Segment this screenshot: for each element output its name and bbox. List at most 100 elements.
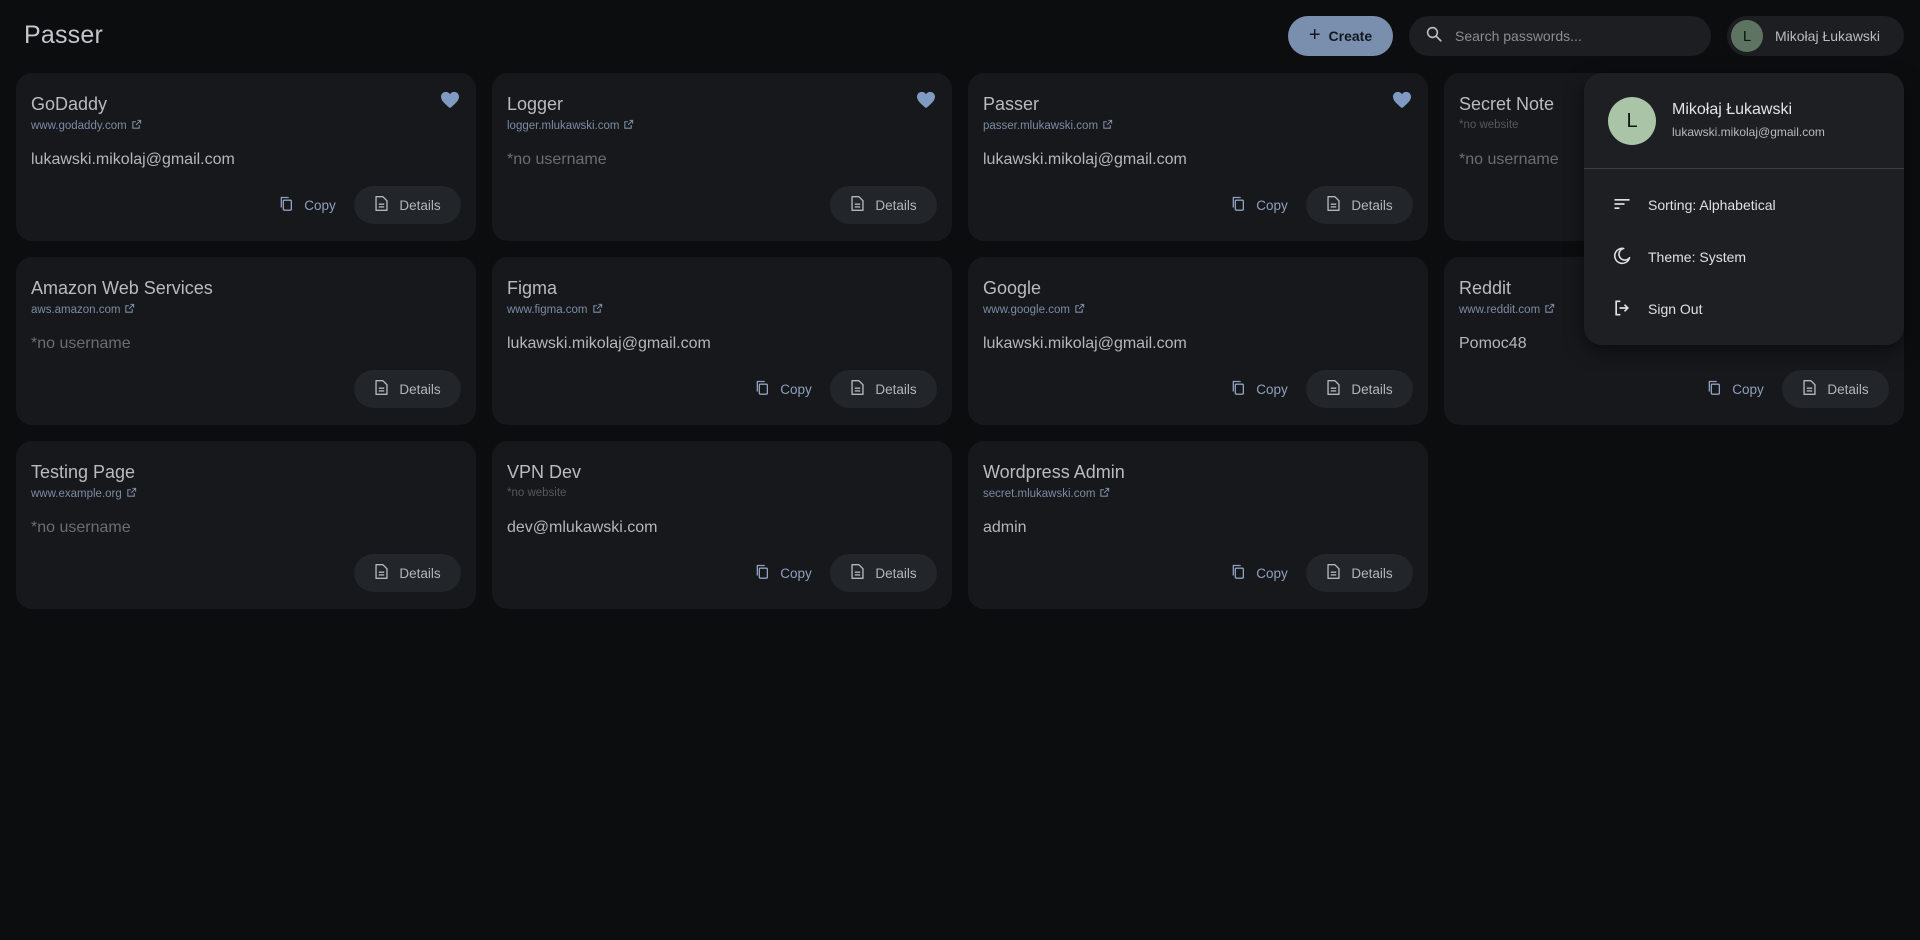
copy-button-label: Copy <box>1256 381 1288 397</box>
search-input[interactable] <box>1455 28 1695 44</box>
document-icon <box>374 379 389 399</box>
password-card[interactable]: GoDaddy www.godaddy.com lukawski.mikolaj@g… <box>16 73 476 241</box>
password-card[interactable]: Logger logger.mlukawski.com *no username De… <box>492 73 952 241</box>
password-card[interactable]: Figma www.figma.com lukawski.mikolaj@gmail… <box>492 257 952 425</box>
document-icon <box>1802 379 1817 399</box>
details-button-label: Details <box>399 197 441 213</box>
menu-user-email: lukawski.mikolaj@gmail.com <box>1672 125 1825 139</box>
document-icon <box>850 379 865 399</box>
card-username: lukawski.mikolaj@gmail.com <box>507 335 711 352</box>
heart-icon[interactable] <box>916 91 936 114</box>
create-button-label: Create <box>1328 28 1373 44</box>
details-button[interactable]: Details <box>830 370 937 408</box>
card-title: Secret Note <box>1459 94 1555 114</box>
card-website-text: *no website <box>1459 119 1519 131</box>
card-title: Reddit <box>1459 278 1512 298</box>
menu-item-sign-out-label: Sign Out <box>1648 301 1703 317</box>
details-button[interactable]: Details <box>830 186 937 224</box>
copy-button-label: Copy <box>1256 197 1288 213</box>
copy-button-label: Copy <box>304 197 336 213</box>
password-card[interactable]: Testing Page www.example.org *no username D… <box>16 441 476 609</box>
menu-item-theme[interactable]: Theme: System <box>1584 233 1904 281</box>
menu-user-name: Mikołaj Łukawski <box>1672 101 1793 118</box>
details-button-label: Details <box>1351 197 1393 213</box>
external-link-icon <box>623 119 634 133</box>
card-website[interactable]: www.godaddy.com <box>31 119 142 133</box>
card-title: Google <box>983 278 1042 298</box>
document-icon <box>1326 195 1341 215</box>
search-bar[interactable] <box>1409 16 1711 56</box>
card-website[interactable]: www.figma.com <box>507 303 603 317</box>
password-card[interactable]: Amazon Web Services aws.amazon.com *no use… <box>16 257 476 425</box>
document-icon <box>374 563 389 583</box>
external-link-icon <box>124 303 135 317</box>
copy-icon <box>1230 563 1246 583</box>
password-card[interactable]: Google www.google.com lukawski.mikolaj@gma… <box>968 257 1428 425</box>
copy-icon <box>1706 379 1722 399</box>
password-card[interactable]: Wordpress Admin secret.mlukawski.com admin… <box>968 441 1428 609</box>
card-website: *no website <box>507 487 566 499</box>
card-website[interactable]: aws.amazon.com <box>31 303 135 317</box>
card-website[interactable]: www.reddit.com <box>1459 303 1555 317</box>
heart-icon[interactable] <box>440 91 460 114</box>
user-name: Mikołaj Łukawski <box>1775 28 1881 44</box>
copy-button[interactable]: Copy <box>264 186 350 224</box>
copy-button[interactable]: Copy <box>1692 370 1778 408</box>
app-header: Passer + Create L Mikołaj Łukawski <box>0 0 1920 72</box>
menu-divider <box>1584 168 1904 169</box>
card-website-text: www.godaddy.com <box>31 120 127 132</box>
details-button[interactable]: Details <box>1306 186 1413 224</box>
logout-icon <box>1612 298 1632 321</box>
search-icon <box>1425 25 1443 48</box>
details-button[interactable]: Details <box>354 186 461 224</box>
external-link-icon <box>1074 303 1085 317</box>
copy-button[interactable]: Copy <box>1216 370 1302 408</box>
details-button[interactable]: Details <box>830 554 937 592</box>
copy-button[interactable]: Copy <box>740 554 826 592</box>
password-card[interactable]: Passer passer.mlukawski.com lukawski.mikol… <box>968 73 1428 241</box>
create-button[interactable]: + Create <box>1288 16 1393 56</box>
avatar: L <box>1731 20 1763 52</box>
card-website[interactable]: www.google.com <box>983 303 1085 317</box>
user-dropdown-menu: L Mikołaj Łukawski lukawski.mikolaj@gmai… <box>1584 73 1904 345</box>
card-website[interactable]: passer.mlukawski.com <box>983 119 1113 133</box>
card-website[interactable]: secret.mlukawski.com <box>983 487 1110 501</box>
copy-icon <box>754 379 770 399</box>
details-button-label: Details <box>399 565 441 581</box>
details-button[interactable]: Details <box>354 370 461 408</box>
copy-icon <box>278 195 294 215</box>
card-title: Passer <box>983 94 1040 114</box>
external-link-icon <box>1544 303 1555 317</box>
user-menu-button[interactable]: L Mikołaj Łukawski <box>1727 16 1904 56</box>
details-button-label: Details <box>875 381 917 397</box>
details-button-label: Details <box>875 565 917 581</box>
details-button[interactable]: Details <box>1306 554 1413 592</box>
document-icon <box>850 563 865 583</box>
menu-item-sign-out[interactable]: Sign Out <box>1584 285 1904 333</box>
card-website-text: www.figma.com <box>507 304 588 316</box>
copy-icon <box>1230 379 1246 399</box>
copy-button[interactable]: Copy <box>740 370 826 408</box>
card-username: *no username <box>31 519 131 536</box>
card-title: Amazon Web Services <box>31 278 213 298</box>
card-website-text: www.example.org <box>31 488 122 500</box>
password-card[interactable]: VPN Dev *no website dev@mlukawski.com Copy D… <box>492 441 952 609</box>
details-button[interactable]: Details <box>354 554 461 592</box>
card-website-text: *no website <box>507 487 567 499</box>
app-title: Passer <box>24 21 104 49</box>
card-username: admin <box>983 519 1027 536</box>
card-title: Wordpress Admin <box>983 462 1125 482</box>
details-button-label: Details <box>1827 381 1869 397</box>
menu-item-sorting[interactable]: Sorting: Alphabetical <box>1584 181 1904 229</box>
card-website-text: passer.mlukawski.com <box>983 120 1099 132</box>
heart-icon[interactable] <box>1392 91 1412 114</box>
card-website[interactable]: www.example.org <box>31 487 137 501</box>
copy-button[interactable]: Copy <box>1216 186 1302 224</box>
card-website: *no website <box>1459 119 1518 131</box>
copy-button[interactable]: Copy <box>1216 554 1302 592</box>
details-button[interactable]: Details <box>1306 370 1413 408</box>
card-website[interactable]: logger.mlukawski.com <box>507 119 634 133</box>
card-title: Testing Page <box>31 462 136 482</box>
card-username: lukawski.mikolaj@gmail.com <box>983 335 1187 352</box>
details-button[interactable]: Details <box>1782 370 1889 408</box>
